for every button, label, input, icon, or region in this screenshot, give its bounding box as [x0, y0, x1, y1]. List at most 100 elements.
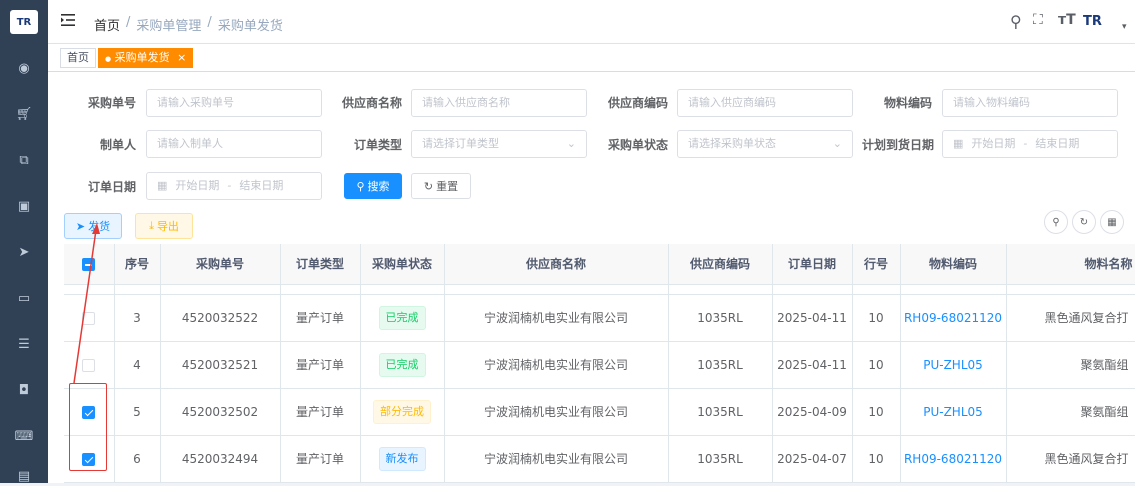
toggle-search-icon[interactable]: ⚲ — [1044, 210, 1068, 234]
row-checkbox[interactable] — [82, 358, 96, 372]
keyboard-icon[interactable]: ⌨ — [14, 426, 34, 446]
order-date-range[interactable]: ▦ 开始日期 - 结束日期 — [146, 172, 322, 200]
font-size-icon[interactable]: ᴛT — [1058, 12, 1076, 28]
fullscreen-icon[interactable]: ⛶ — [1033, 12, 1043, 28]
cell-mname: 黑色通风复合打 — [1006, 294, 1135, 342]
supplier-code-label: 供应商编码 — [607, 96, 668, 110]
refresh-icon[interactable]: ↻ — [1072, 210, 1096, 234]
supplier-name-input[interactable]: 请输入供应商名称 — [411, 89, 587, 117]
cell-supplier: 宁波润楠机电实业有限公司 — [444, 341, 669, 389]
select-all-cell[interactable] — [64, 244, 115, 285]
cell-seq: 6 — [114, 435, 161, 483]
status-badge: 新发布 — [378, 446, 426, 471]
row-select-cell[interactable] — [64, 294, 115, 342]
hamburger-icon[interactable] — [60, 12, 76, 28]
table-row[interactable]: 3 4520032522 量产订单 已完成 宁波润楠机电实业有限公司 1035RL 2025… — [64, 294, 1135, 342]
cell-material: RH09-68021120 — [900, 294, 1007, 342]
more-icon[interactable]: ▤ — [14, 466, 34, 486]
cell-status: 部分完成 — [360, 388, 445, 436]
dashboard-icon[interactable]: ◉ — [14, 58, 34, 78]
refresh-icon: ↻ — [423, 179, 434, 193]
cell-type: 量产订单 — [280, 341, 361, 389]
cell-type: 量产订单 — [280, 294, 361, 342]
column-header: 采购单状态 — [360, 244, 445, 285]
cell-line: 10 — [852, 388, 901, 436]
column-header: 序号 — [114, 244, 161, 285]
breadcrumb-po-management: 采购单管理 — [136, 19, 202, 34]
cell-po: 4520032494 — [160, 435, 281, 483]
material-code-link[interactable]: PU-ZHL05 — [923, 358, 983, 372]
main-content: 采购单号 请输入采购单号 供应商名称 请输入供应商名称 供应商编码 请输入供应商… — [48, 72, 1135, 483]
tags-view: 首页 ● 采购单发货 × — [48, 44, 1135, 72]
reset-button[interactable]: ↻ 重置 — [411, 173, 471, 199]
cell-po: 4520032522 — [160, 294, 281, 342]
select-all-checkbox[interactable] — [82, 257, 96, 271]
columns-icon[interactable]: ▦ — [1100, 210, 1124, 234]
download-icon: ⤓ — [149, 219, 154, 232]
tag-po-send[interactable]: ● 采购单发货 × — [98, 48, 194, 68]
search-icon[interactable]: ⚲ — [1010, 12, 1022, 31]
plan-date-range[interactable]: ▦ 开始日期 - 结束日期 — [942, 130, 1118, 158]
cell-mname: 聚氨酯组 — [1006, 341, 1135, 389]
shield-icon[interactable]: ◘ — [14, 380, 34, 400]
material-code-label: 物料编码 — [883, 96, 932, 110]
box-icon[interactable]: ▣ — [14, 196, 34, 216]
close-icon[interactable]: × — [177, 51, 186, 64]
app-logo: TR — [10, 10, 38, 34]
column-header: 采购单号 — [160, 244, 281, 285]
cell-mname: 聚氨酯组 — [1006, 388, 1135, 436]
cart-icon[interactable]: 🛒︎ — [14, 104, 34, 124]
material-code-link[interactable]: RH09-68021120 — [904, 452, 1002, 466]
column-header: 行号 — [852, 244, 901, 285]
cell-line: 10 — [852, 341, 901, 389]
user-avatar[interactable]: TR — [1083, 14, 1102, 29]
search-button[interactable]: ⚲ 搜索 — [344, 173, 402, 199]
send-button[interactable]: ➤ 发货 — [64, 213, 122, 239]
cell-line: 10 — [852, 435, 901, 483]
row-select-cell[interactable] — [64, 341, 115, 389]
caret-down-icon[interactable]: ▾ — [1122, 22, 1127, 32]
column-header: 供应商编码 — [668, 244, 773, 285]
breadcrumb-home[interactable]: 首页 — [94, 15, 120, 34]
external-link-icon[interactable]: ⧉ — [14, 150, 34, 170]
column-header: 物料编码 — [900, 244, 1007, 285]
material-code-link[interactable]: RH09-68021120 — [904, 311, 1002, 325]
breadcrumb: 首页 / 采购单管理 / 采购单发货 — [94, 15, 283, 34]
row-checkbox[interactable] — [82, 311, 96, 325]
plan-date-label: 计划到货日期 — [861, 138, 934, 152]
po-no-input[interactable]: 请输入采购单号 — [146, 89, 322, 117]
creator-input[interactable]: 请输入制单人 — [146, 130, 322, 158]
cell-type: 量产订单 — [280, 388, 361, 436]
po-table: 序号 采购单号 订单类型 采购单状态 供应商名称 供应商编码 订单日期 行号 物… — [64, 244, 1135, 483]
send-icon: ➤ — [75, 219, 86, 233]
cell-seq: 5 — [114, 388, 161, 436]
table-row[interactable]: 6 4520032494 量产订单 新发布 宁波润楠机电实业有限公司 1035RL 2025… — [64, 435, 1135, 483]
tag-home[interactable]: 首页 — [60, 48, 96, 68]
column-header: 物料名称 — [1006, 244, 1135, 285]
po-no-label: 采购单号 — [87, 96, 136, 110]
material-code-link[interactable]: PU-ZHL05 — [923, 405, 983, 419]
cell-status: 已完成 — [360, 341, 445, 389]
cell-date: 2025-04-09 — [772, 388, 853, 436]
creator-label: 制单人 — [99, 138, 136, 152]
cell-supplier: 宁波润楠机电实业有限公司 — [444, 435, 669, 483]
supplier-code-input[interactable]: 请输入供应商编码 — [677, 89, 853, 117]
column-header: 供应商名称 — [444, 244, 669, 285]
send-icon[interactable]: ➤ — [14, 242, 34, 262]
po-status-label: 采购单状态 — [607, 138, 668, 152]
cell-code: 1035RL — [668, 341, 773, 389]
po-status-select[interactable]: 请选择采购单状态 ⌄ — [677, 130, 853, 158]
order-type-select[interactable]: 请选择订单类型 ⌄ — [411, 130, 587, 158]
monitor-icon[interactable]: ▭ — [14, 288, 34, 308]
order-type-label: 订单类型 — [353, 138, 402, 152]
cell-status: 新发布 — [360, 435, 445, 483]
cell-status: 已完成 — [360, 294, 445, 342]
list-icon[interactable]: ☰ — [14, 334, 34, 354]
export-button[interactable]: ⤓ 导出 — [135, 213, 193, 239]
search-icon: ⚲ — [356, 179, 365, 193]
table-row[interactable]: 5 4520032502 量产订单 部分完成 宁波润楠机电实业有限公司 1035RL 202… — [64, 388, 1135, 436]
table-row[interactable]: 4 4520032521 量产订单 已完成 宁波润楠机电实业有限公司 1035RL 2025… — [64, 341, 1135, 389]
cell-material: PU-ZHL05 — [900, 388, 1007, 436]
material-code-input[interactable]: 请输入物料编码 — [942, 89, 1118, 117]
cell-seq: 4 — [114, 341, 161, 389]
